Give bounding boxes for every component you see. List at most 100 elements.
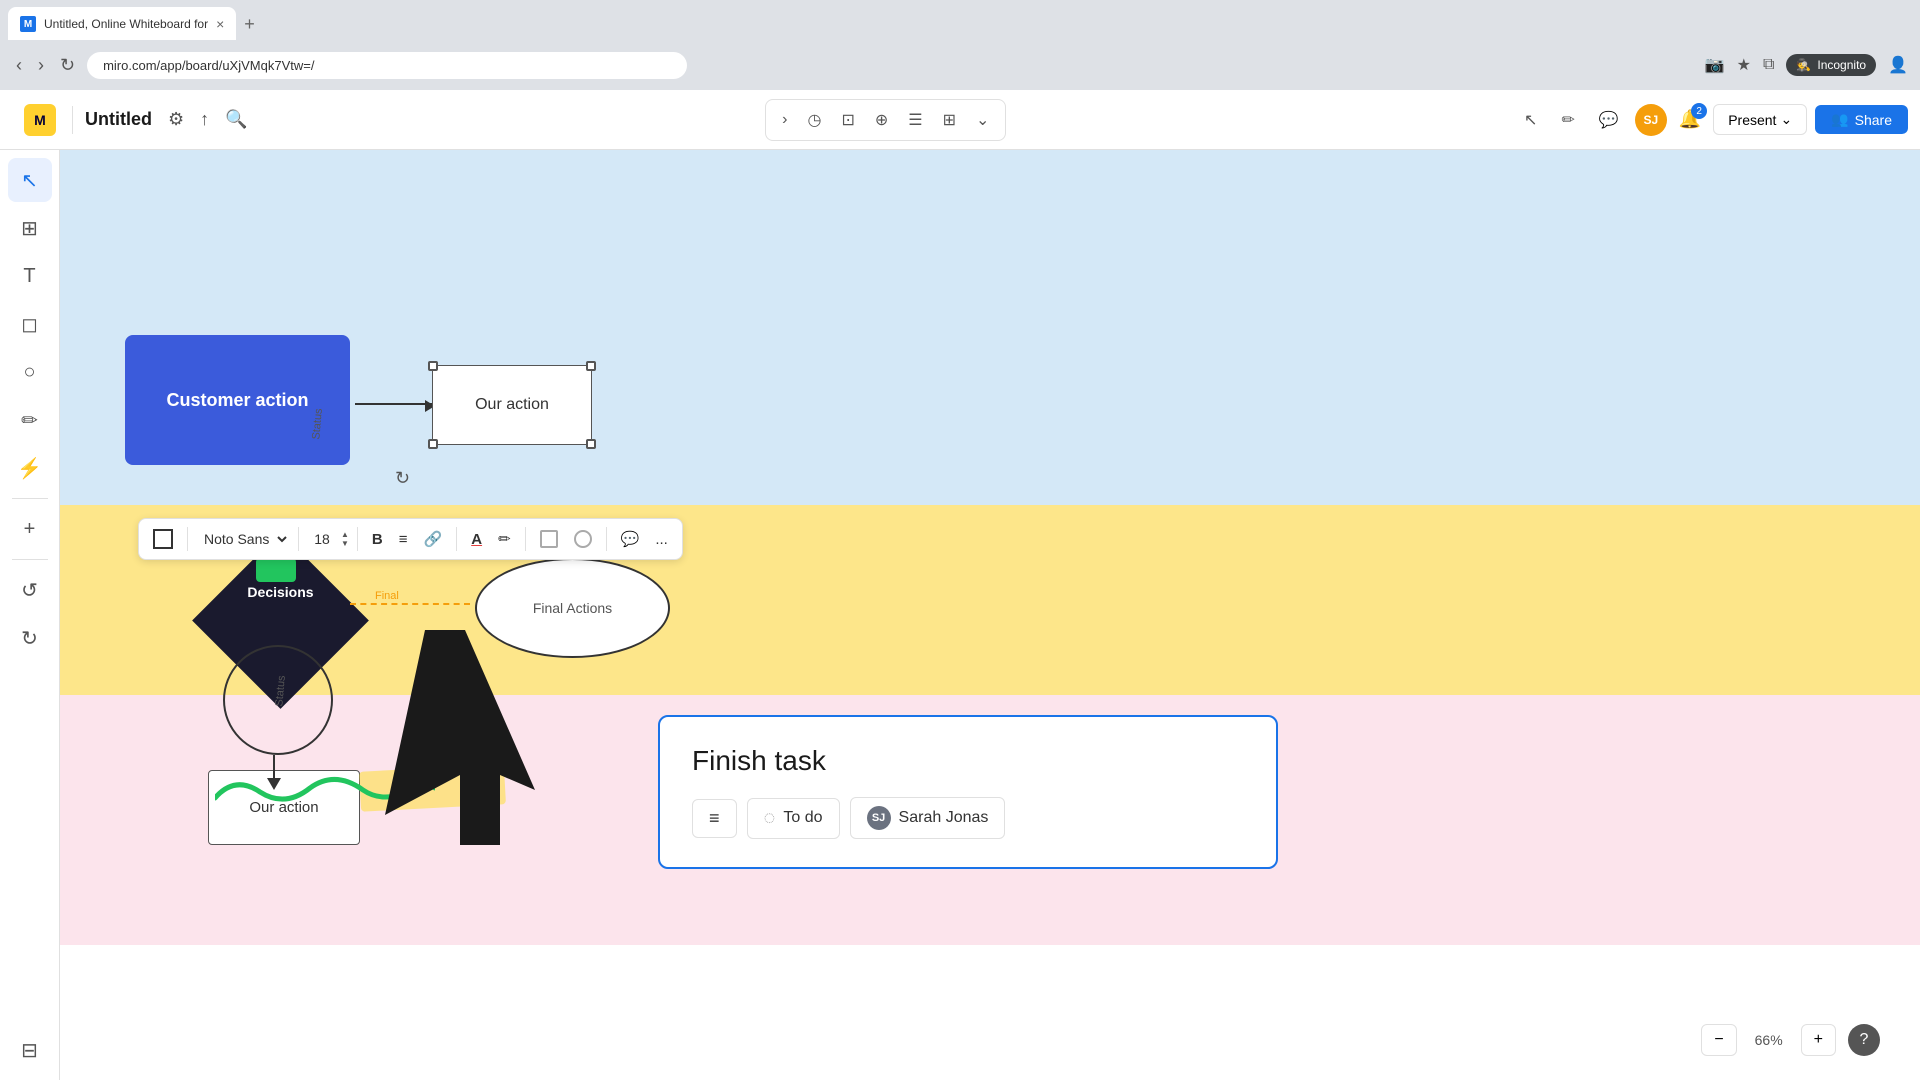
active-tab[interactable]: M Untitled, Online Whiteboard for × <box>8 7 236 41</box>
finish-task-title: Finish task <box>692 745 1244 777</box>
sidebar-divider-1 <box>12 498 48 499</box>
export-button[interactable]: ↑ <box>192 101 217 138</box>
forward-button[interactable]: › <box>34 51 48 80</box>
status-circle-icon: ◌ <box>764 807 776 830</box>
bold-btn[interactable]: B <box>366 527 389 552</box>
pen-mode-btn[interactable]: ✏ <box>1553 104 1582 136</box>
zoom-out-btn[interactable]: − <box>1701 1024 1736 1056</box>
present-chevron-icon: ⌄ <box>1780 111 1792 128</box>
status-label: To do <box>783 809 822 827</box>
board-title[interactable]: Untitled <box>77 105 160 134</box>
table-tool-btn[interactable]: ⊞ <box>935 104 964 136</box>
card-tool-btn[interactable]: ☰ <box>900 104 930 136</box>
comment-btn[interactable]: 💬 <box>615 526 646 552</box>
tab-close-btn[interactable]: × <box>216 16 224 32</box>
notification-button[interactable]: 🔔 2 <box>1675 105 1705 134</box>
font-family-select[interactable]: Noto Sans <box>196 528 290 550</box>
final-actions-text: Final Actions <box>533 600 612 616</box>
circle-btn[interactable] <box>568 526 598 552</box>
more-options-btn[interactable]: ... <box>649 527 674 552</box>
our-action-card-selected[interactable]: Our action <box>432 365 592 445</box>
format-divider-3 <box>357 527 358 551</box>
settings-icon: ⚙ <box>168 109 184 130</box>
link-btn[interactable]: 🔗 <box>418 526 449 552</box>
canvas-area[interactable]: Customer action Status Our action ↻ <box>60 150 1920 1080</box>
miro-logo: M <box>12 104 68 136</box>
more-tools-btn[interactable]: ⌄ <box>968 104 997 136</box>
rotate-handle[interactable]: ↻ <box>395 468 410 489</box>
align-btn[interactable]: ≡ <box>393 527 414 552</box>
tab-bar: M Untitled, Online Whiteboard for × + <box>0 0 1920 40</box>
font-size-input[interactable]: 18 <box>307 531 337 547</box>
browser-chrome: M Untitled, Online Whiteboard for × + ‹ … <box>0 0 1920 90</box>
arrow-right-icon: › <box>782 111 787 129</box>
undo-icon: ↺ <box>21 578 38 603</box>
pen-tool-btn[interactable]: ✏ <box>8 398 52 442</box>
share-button[interactable]: 👥 Share <box>1815 105 1908 134</box>
format-divider-6 <box>606 527 607 551</box>
header-right: ↖ ✏ 💬 SJ 🔔 2 Present ⌄ 👥 Share <box>1516 104 1908 136</box>
add-tool-btn[interactable]: + <box>8 507 52 551</box>
zoom-level: 66% <box>1749 1032 1789 1048</box>
timer-tool-btn[interactable]: ◷ <box>800 104 830 136</box>
sidebar-divider-2 <box>12 559 48 560</box>
text-tool-btn[interactable]: T <box>8 254 52 298</box>
redo-btn[interactable]: ↻ <box>8 616 52 660</box>
select-tool-btn[interactable]: ↖ <box>8 158 52 202</box>
font-size-up-btn[interactable]: ▲ <box>341 531 349 539</box>
profile-button[interactable]: 👤 <box>1888 55 1908 75</box>
border-style-icon <box>153 529 173 549</box>
handle-tl <box>428 361 438 371</box>
circle-icon: ○ <box>23 361 35 384</box>
user-avatar[interactable]: SJ <box>1635 104 1667 136</box>
comment-mode-btn[interactable]: 💬 <box>1591 104 1627 136</box>
url-bar[interactable]: miro.com/app/board/uXjVMqk7Vtw=/ <box>87 52 687 79</box>
left-sidebar: ↖ ⊞ T ◻ ○ ✏ ⚡ + <box>0 150 60 1080</box>
screenshot-tool-btn[interactable]: ⊕ <box>867 104 896 136</box>
customer-action-card[interactable]: Customer action <box>125 335 350 465</box>
text-color-icon: A <box>471 531 482 548</box>
customer-action-text: Customer action <box>158 382 316 419</box>
splitscreen-icon[interactable]: ⧉ <box>1763 56 1774 74</box>
sticky-tool-btn[interactable]: ◻ <box>8 302 52 346</box>
select-mode-btn[interactable]: ↖ <box>1516 104 1545 136</box>
highlight-btn[interactable]: ✏ <box>492 526 517 552</box>
back-button[interactable]: ‹ <box>12 51 26 80</box>
highlight-icon: ✏ <box>498 530 511 548</box>
tab-favicon: M <box>20 16 36 32</box>
bold-icon: B <box>372 531 383 548</box>
new-tab-button[interactable]: + <box>244 14 255 35</box>
shapes-tool-btn[interactable]: ○ <box>8 350 52 394</box>
share-label: Share <box>1855 112 1892 128</box>
app-header: M Untitled ⚙ ↑ 🔍 › ◷ ⊡ ⊕ <box>0 90 1920 150</box>
border-style-btn[interactable] <box>147 525 179 553</box>
select-cursor-icon: ↖ <box>21 168 38 193</box>
menu-action-btn[interactable]: ≡ <box>692 799 737 838</box>
reload-button[interactable]: ↻ <box>56 51 79 80</box>
help-btn[interactable]: ? <box>1848 1024 1880 1056</box>
text-color-btn[interactable]: A <box>465 527 488 552</box>
lock-btn[interactable] <box>534 526 564 552</box>
zoom-in-btn[interactable]: + <box>1801 1024 1836 1056</box>
sticky-icon: ◻ <box>21 312 38 337</box>
camera-icon[interactable]: 📷 <box>1705 55 1725 75</box>
frame-tool-btn[interactable]: ⊡ <box>833 104 862 136</box>
handle-bl <box>428 439 438 449</box>
undo-btn[interactable]: ↺ <box>8 568 52 612</box>
collapse-panel-btn[interactable]: ⊟ <box>8 1028 52 1072</box>
assignee-action-btn[interactable]: SJ Sarah Jonas <box>850 797 1006 839</box>
settings-button[interactable]: ⚙ <box>160 101 192 138</box>
assignee-name: Sarah Jonas <box>899 809 989 827</box>
final-label: Final <box>375 590 399 602</box>
grid-tool-btn[interactable]: ⊞ <box>8 206 52 250</box>
app-container: M Untitled ⚙ ↑ 🔍 › ◷ ⊡ ⊕ <box>0 90 1920 1080</box>
status-action-btn[interactable]: ◌ To do <box>747 798 840 839</box>
down-arrow-head <box>267 778 281 790</box>
connector-tool-btn[interactable]: ⚡ <box>8 446 52 490</box>
format-divider-2 <box>298 527 299 551</box>
bookmark-icon[interactable]: ★ <box>1737 55 1751 75</box>
font-size-down-btn[interactable]: ▼ <box>341 540 349 548</box>
search-button[interactable]: 🔍 <box>217 101 255 138</box>
present-button[interactable]: Present ⌄ <box>1713 104 1807 135</box>
arrow-tool-btn[interactable]: › <box>774 105 795 135</box>
